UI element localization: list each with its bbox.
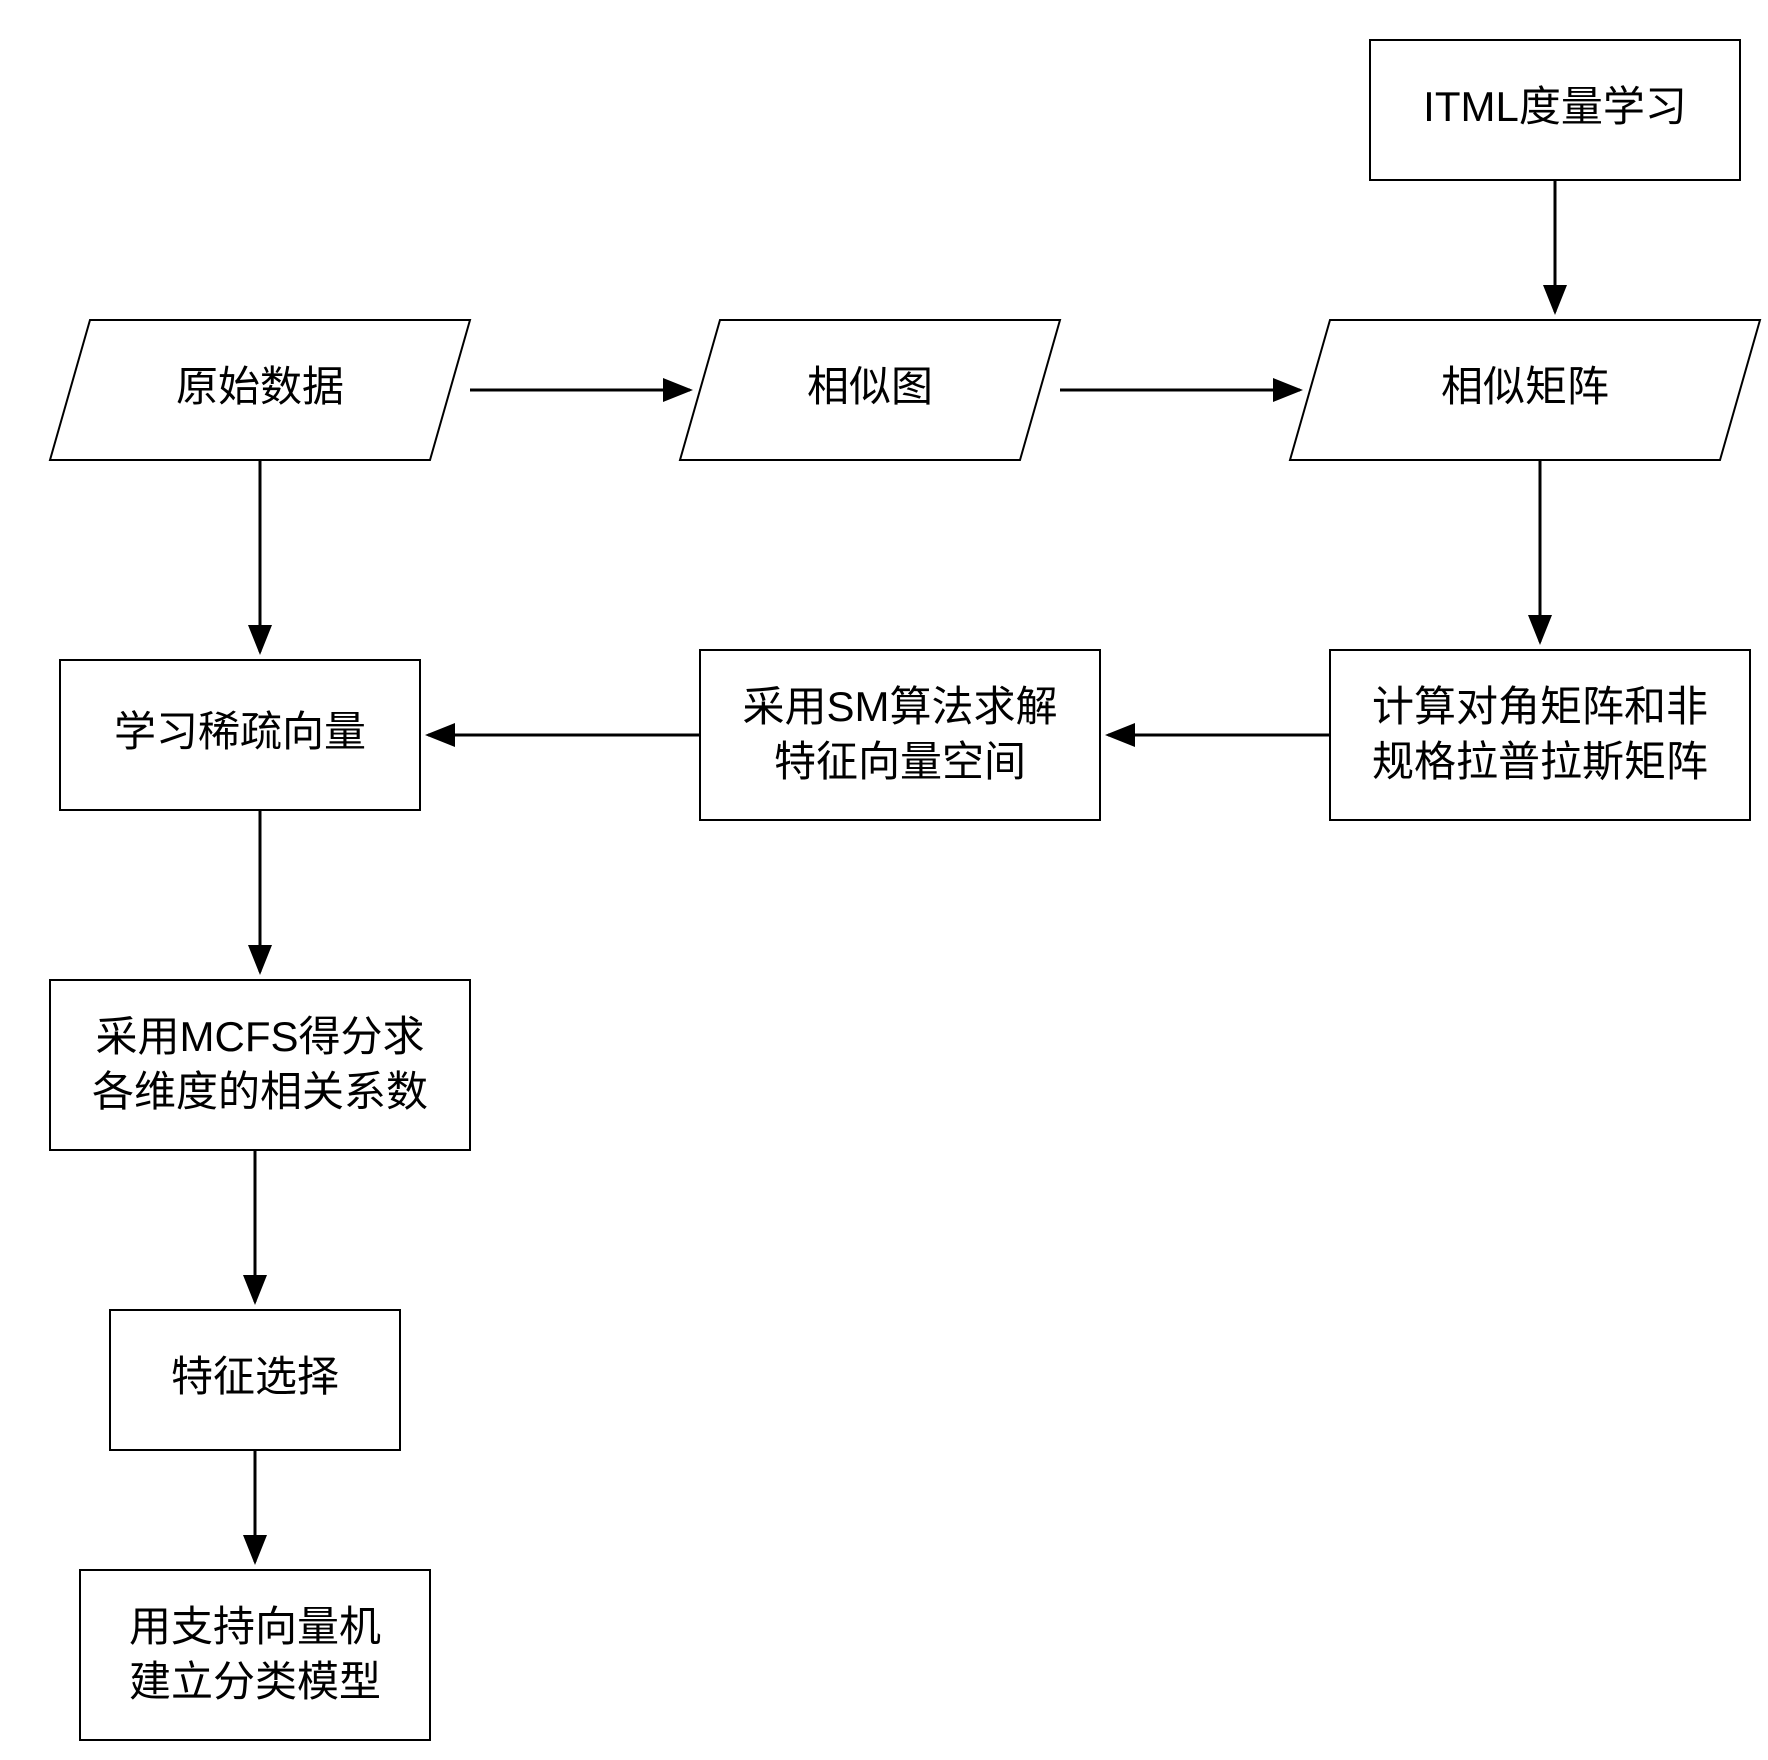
node-sparse-label: 学习稀疏向量 bbox=[114, 708, 366, 755]
node-itml: ITML度量学习 bbox=[1370, 40, 1740, 180]
node-laplacian-label2: 规格拉普拉斯矩阵 bbox=[1372, 738, 1708, 785]
node-svm: 用支持向量机 建立分类模型 bbox=[80, 1570, 430, 1740]
node-mcfs-label2: 各维度的相关系数 bbox=[92, 1068, 428, 1115]
node-svm-label2: 建立分类模型 bbox=[129, 1658, 381, 1705]
node-simgraph-label: 相似图 bbox=[807, 363, 933, 410]
node-raw-label: 原始数据 bbox=[176, 363, 344, 410]
node-simmatrix: 相似矩阵 bbox=[1290, 320, 1760, 460]
node-laplacian-label1: 计算对角矩阵和非 bbox=[1372, 683, 1708, 730]
node-featsel-label: 特征选择 bbox=[171, 1353, 339, 1400]
node-simgraph: 相似图 bbox=[680, 320, 1060, 460]
node-sm-label2: 特征向量空间 bbox=[774, 738, 1026, 785]
node-svm-label1: 用支持向量机 bbox=[129, 1603, 381, 1650]
flowchart: ITML度量学习 原始数据 相似图 相似矩阵 计算对角矩阵和非 规格拉普拉斯矩阵… bbox=[0, 0, 1768, 1760]
node-sparse: 学习稀疏向量 bbox=[60, 660, 420, 810]
node-mcfs-label1: 采用MCFS得分求 bbox=[96, 1013, 425, 1060]
node-itml-label: ITML度量学习 bbox=[1423, 83, 1687, 130]
node-sm: 采用SM算法求解 特征向量空间 bbox=[700, 650, 1100, 820]
node-simmatrix-label: 相似矩阵 bbox=[1441, 363, 1609, 410]
node-raw: 原始数据 bbox=[50, 320, 470, 460]
node-sm-label1: 采用SM算法求解 bbox=[742, 683, 1057, 730]
node-mcfs: 采用MCFS得分求 各维度的相关系数 bbox=[50, 980, 470, 1150]
node-featsel: 特征选择 bbox=[110, 1310, 400, 1450]
node-laplacian: 计算对角矩阵和非 规格拉普拉斯矩阵 bbox=[1330, 650, 1750, 820]
